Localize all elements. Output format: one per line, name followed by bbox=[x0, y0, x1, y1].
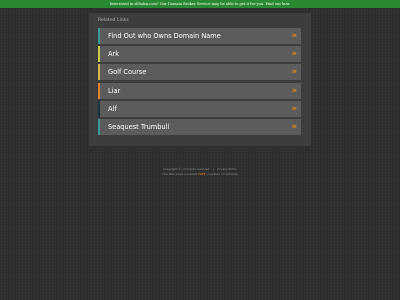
parked-text-prefix: This Web page is parked bbox=[161, 172, 198, 176]
related-links-list: Find Out who Owns Domain Name » Ark » Go… bbox=[98, 28, 301, 137]
double-chevron-right-icon: » bbox=[291, 67, 298, 78]
related-link-item[interactable]: Seaquest Trumbull » bbox=[98, 118, 301, 135]
related-link-item[interactable]: Ark » bbox=[98, 46, 301, 63]
related-link-label: Alf bbox=[108, 104, 117, 113]
related-link-label: Golf Course bbox=[108, 68, 147, 77]
domain-broker-banner: Interested in slilsdsn.com? Our Domain B… bbox=[0, 0, 400, 8]
related-link-label: Ark bbox=[108, 50, 120, 59]
double-chevron-right-icon: » bbox=[291, 103, 298, 114]
double-chevron-right-icon: » bbox=[291, 31, 298, 41]
footer-line-2: This Web page is parked FREE, courtesy o… bbox=[0, 172, 400, 177]
privacy-policy-link[interactable]: Privacy Policy bbox=[217, 167, 237, 171]
related-link-item[interactable]: Find Out who Owns Domain Name » bbox=[98, 28, 301, 44]
parked-text-suffix: , courtesy of GoDaddy bbox=[205, 172, 238, 176]
parked-free-link[interactable]: FREE bbox=[198, 172, 205, 176]
page-footer: Copyright ©. All rights reserved. | Privac… bbox=[0, 167, 400, 177]
banner-text: Interested in slilsdsn.com? Our Domain B… bbox=[109, 2, 265, 6]
related-link-item[interactable]: Liar » bbox=[98, 82, 301, 99]
banner-find-out-link[interactable]: Find out how. bbox=[265, 2, 290, 6]
double-chevron-right-icon: » bbox=[291, 121, 298, 132]
related-link-label: Seaquest Trumbull bbox=[108, 122, 170, 131]
related-link-item[interactable]: Golf Course » bbox=[98, 64, 301, 81]
double-chevron-right-icon: » bbox=[291, 85, 298, 96]
related-links-heading: Related Links bbox=[98, 18, 129, 23]
copyright-text: Copyright ©. All rights reserved. bbox=[163, 167, 211, 171]
related-link-label: Liar bbox=[108, 86, 121, 95]
double-chevron-right-icon: » bbox=[291, 49, 298, 60]
related-links-panel: Related Links Find Out who Owns Domain N… bbox=[89, 13, 311, 146]
footer-separator: | bbox=[213, 167, 215, 171]
related-link-item[interactable]: Alf » bbox=[98, 100, 301, 117]
related-link-label: Find Out who Owns Domain Name bbox=[108, 32, 221, 40]
